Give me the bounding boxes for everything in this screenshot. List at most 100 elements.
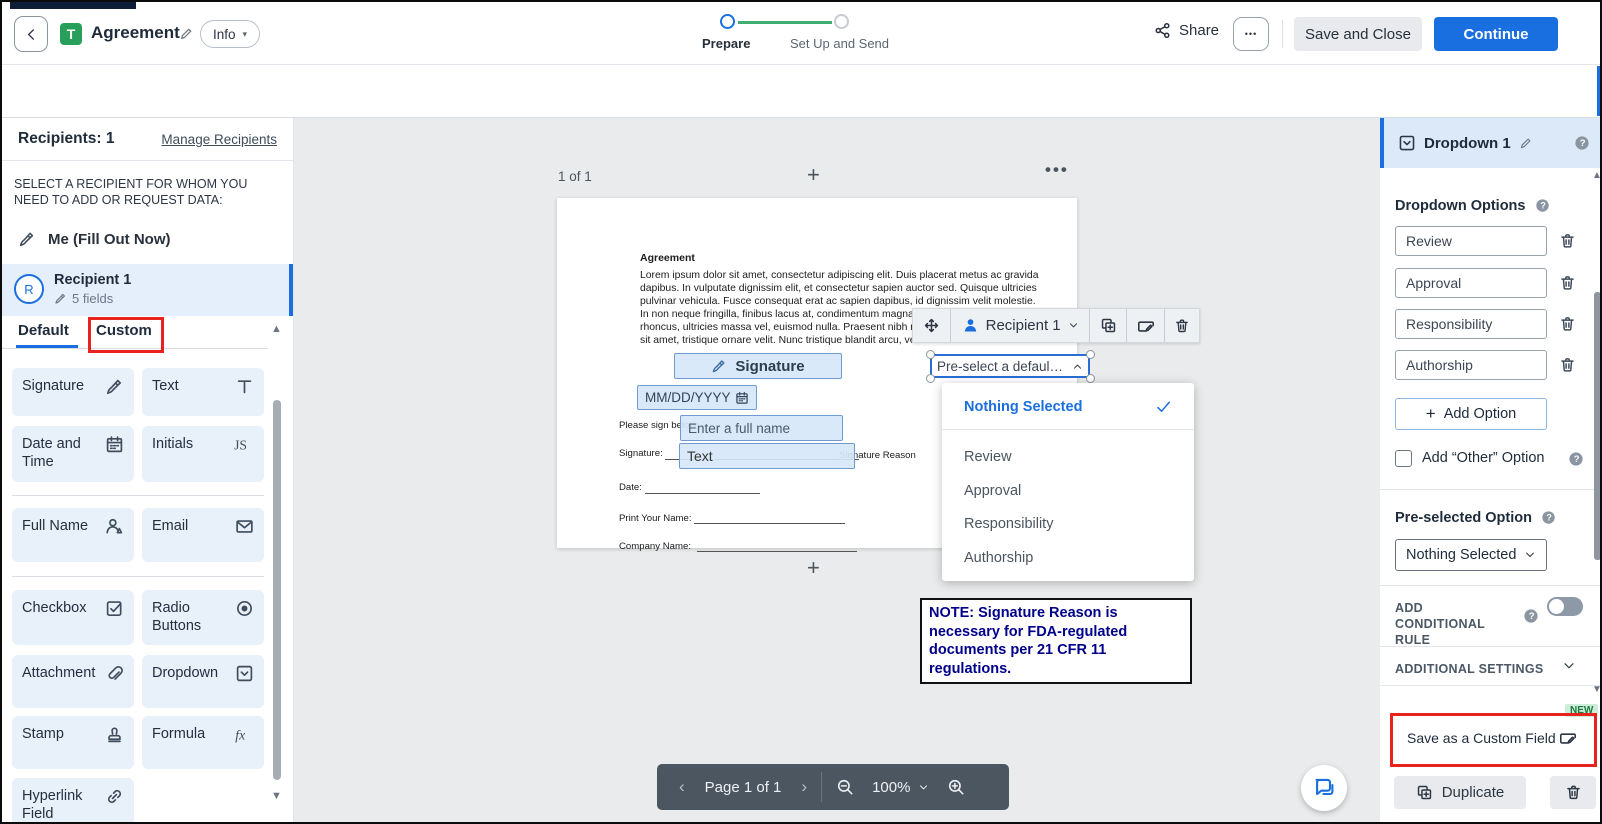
palette-full-name[interactable]: Full Name [12, 508, 134, 562]
delete-option-icon[interactable] [1559, 274, 1576, 292]
more-actions-button[interactable]: ••• [1233, 17, 1269, 51]
scroll-down-arrow[interactable]: ▼ [1592, 684, 1600, 695]
pager-divider [821, 772, 823, 802]
chevron-down-icon[interactable] [918, 782, 929, 793]
palette-formula[interactable]: Formula fx [142, 716, 264, 769]
calendar-icon [735, 391, 749, 405]
full-name-icon [105, 517, 124, 536]
help-icon[interactable]: ? [1523, 608, 1539, 624]
save-as-custom-field-button[interactable]: Save as a Custom Field [1394, 717, 1589, 759]
palette-text[interactable]: Text [142, 368, 264, 416]
delete-option-icon[interactable] [1559, 315, 1576, 333]
delete-option-icon[interactable] [1559, 356, 1576, 374]
resize-handle[interactable] [926, 374, 935, 383]
resize-handle[interactable] [1086, 374, 1095, 383]
chat-icon [1312, 776, 1336, 800]
browser-tab-strip [10, 2, 136, 9]
menu-option-authorship[interactable]: Authorship [964, 550, 1033, 566]
scroll-down-arrow[interactable]: ▼ [271, 790, 282, 802]
move-icon [923, 317, 940, 334]
scroll-up-arrow[interactable]: ▲ [271, 323, 282, 335]
conditional-rule-toggle[interactable] [1547, 597, 1583, 616]
calendar-icon [105, 435, 124, 454]
zoom-level: 100% [872, 778, 911, 796]
back-button[interactable] [14, 16, 48, 52]
chevron-up-icon [1072, 361, 1083, 372]
help-icon[interactable]: ? [1541, 510, 1556, 525]
page-more-actions-button[interactable]: ••• [1045, 160, 1069, 180]
add-page-below-button[interactable]: + [807, 555, 820, 581]
field-recipient-select[interactable]: Recipient 1 [951, 309, 1091, 342]
additional-settings-label: ADDITIONAL SETTINGS [1395, 662, 1544, 676]
chevron-down-icon [1524, 549, 1536, 561]
delete-field-button[interactable] [1550, 776, 1596, 809]
svg-text:?: ? [1574, 454, 1580, 465]
step-setup-dot [834, 14, 849, 29]
save-field-icon [1559, 729, 1577, 747]
dropdown-field-selected[interactable]: Pre-select a defaul… [930, 354, 1090, 378]
continue-button[interactable]: Continue [1434, 17, 1558, 51]
option-input-review[interactable] [1395, 226, 1547, 256]
zoom-out-icon[interactable] [836, 778, 854, 796]
share-button[interactable]: Share [1154, 22, 1219, 39]
delete-option-icon[interactable] [1559, 232, 1576, 250]
zoom-in-icon[interactable] [947, 778, 965, 796]
palette-signature[interactable]: Signature [12, 368, 134, 416]
resize-handle[interactable] [1086, 350, 1095, 359]
signature-field[interactable]: Signature [674, 353, 842, 379]
full-name-field[interactable]: Enter a full name [680, 415, 843, 441]
resize-handle[interactable] [926, 350, 935, 359]
chevron-left-icon [24, 27, 39, 42]
move-field-handle[interactable] [913, 309, 951, 342]
palette-attachment[interactable]: Attachment [12, 655, 134, 708]
date-field[interactable]: MM/DD/YYYY [637, 385, 757, 410]
menu-option-approval[interactable]: Approval [964, 483, 1021, 499]
next-page-button[interactable]: › [801, 777, 807, 797]
menu-option-review[interactable]: Review [964, 449, 1012, 465]
pen-icon [18, 230, 36, 248]
edit-field-name-icon[interactable] [1519, 137, 1532, 150]
feedback-chat-button[interactable] [1301, 765, 1347, 811]
palette-checkbox[interactable]: Checkbox [12, 590, 134, 645]
right-scrollbar-thumb[interactable] [1594, 292, 1600, 560]
palette-stamp[interactable]: Stamp [12, 716, 134, 769]
scroll-indicator [1597, 66, 1600, 116]
duplicate-field-button[interactable] [1090, 309, 1128, 342]
me-fill-out-row[interactable]: Me (Fill Out Now) [18, 230, 170, 248]
help-icon[interactable]: ? [1574, 135, 1590, 151]
text-field[interactable]: Text [679, 443, 855, 469]
tab-default[interactable]: Default [18, 322, 69, 339]
add-option-button[interactable]: + Add Option [1395, 398, 1547, 430]
option-input-authorship[interactable] [1395, 350, 1547, 380]
menu-option-responsibility[interactable]: Responsibility [964, 516, 1053, 532]
palette-initials[interactable]: Initials JS [142, 426, 264, 482]
palette-radio[interactable]: Radio Buttons [142, 590, 264, 645]
info-dropdown[interactable]: Info ▾ [200, 20, 261, 48]
palette-dropdown[interactable]: Dropdown [142, 655, 264, 708]
help-icon[interactable]: ? [1568, 451, 1584, 467]
option-input-responsibility[interactable] [1395, 309, 1547, 339]
duplicate-button[interactable]: Duplicate [1394, 776, 1526, 809]
chevron-down-icon[interactable] [1562, 659, 1576, 673]
document-canvas: 1 of 1 + ••• Agreement Lorem ipsum dolor… [294, 118, 1380, 822]
palette-hyperlink[interactable]: Hyperlink Field [12, 778, 134, 822]
left-scrollbar-thumb[interactable] [273, 400, 281, 780]
previous-page-button[interactable]: ‹ [679, 777, 685, 797]
option-input-approval[interactable] [1395, 268, 1547, 298]
add-page-above-button[interactable]: + [807, 162, 820, 188]
recipient-card[interactable]: R Recipient 1 5 fields [2, 264, 293, 316]
delete-field-button[interactable] [1165, 309, 1199, 342]
add-other-checkbox[interactable] [1395, 450, 1412, 467]
save-and-close-button[interactable]: Save and Close [1294, 17, 1422, 51]
field-toolbar: Recipient 1 [912, 308, 1200, 343]
scroll-up-arrow[interactable]: ▲ [1592, 170, 1600, 181]
help-icon[interactable]: ? [1535, 198, 1550, 213]
edit-title-icon[interactable] [179, 27, 193, 41]
menu-option-nothing-selected[interactable]: Nothing Selected [964, 399, 1082, 415]
manage-recipients-link[interactable]: Manage Recipients [161, 132, 277, 147]
palette-date-time[interactable]: Date and Time [12, 426, 134, 482]
palette-email[interactable]: Email [142, 508, 264, 562]
save-field-button[interactable] [1127, 309, 1166, 342]
tab-custom[interactable]: Custom [96, 322, 152, 339]
preselected-option-select[interactable]: Nothing Selected [1395, 539, 1547, 571]
